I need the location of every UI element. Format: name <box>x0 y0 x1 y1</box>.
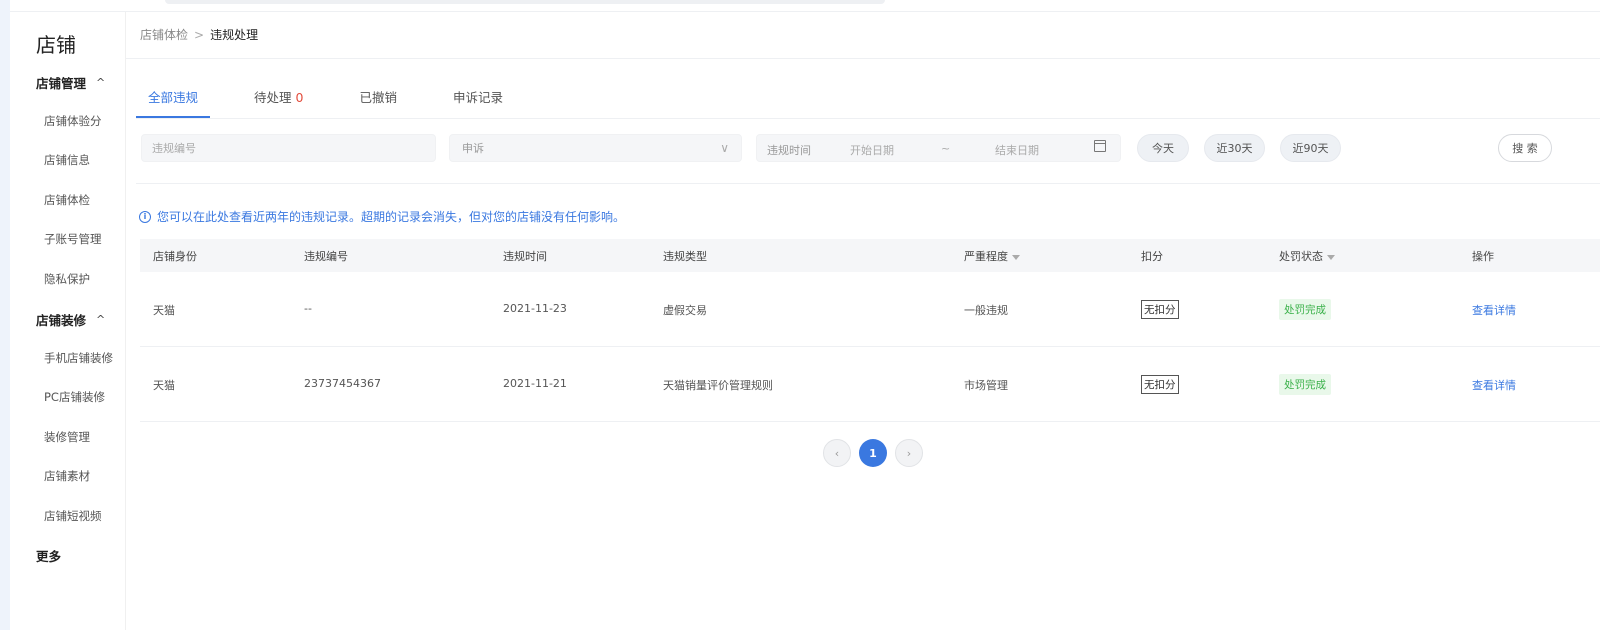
calendar-icon[interactable] <box>1094 140 1106 152</box>
header-label: 操作 <box>1472 250 1494 263</box>
tab-label: 待处理 <box>254 90 292 105</box>
breadcrumb-separator: > <box>194 27 205 42</box>
filter-funnel-icon[interactable] <box>1327 254 1335 260</box>
sidebar-item-shop-checkup[interactable]: 店铺体检 <box>44 192 90 208</box>
violation-number-input[interactable] <box>141 134 436 162</box>
notice-text: 您可以在此处查看近两年的违规记录。超期的记录会消失，但对您的店铺没有任何影响。 <box>157 210 626 224</box>
header-type: 违规类型 <box>663 248 707 264</box>
tab-revoked[interactable]: 已撤销 <box>347 88 409 118</box>
view-details-link[interactable]: 查看详情 <box>1472 377 1516 393</box>
chevron-up-icon: ^ <box>96 76 106 89</box>
pending-count: 0 <box>295 90 304 105</box>
tab-label: 全部违规 <box>148 90 199 105</box>
header-label: 违规时间 <box>503 250 547 263</box>
sidebar-group-shop-management[interactable]: 店铺管理 ^ <box>36 73 105 92</box>
sidebar-item-shop-assets[interactable]: 店铺素材 <box>44 468 90 484</box>
cell-time: 2021-11-23 <box>503 302 567 315</box>
sidebar-item-mobile-decoration[interactable]: 手机店铺装修 <box>44 350 113 366</box>
date-range-label: 违规时间 <box>767 144 811 157</box>
top-search-bar-edge <box>165 0 885 4</box>
cell-type: 虚假交易 <box>663 304 707 317</box>
breadcrumb-divider <box>126 58 1600 59</box>
header-label: 处罚状态 <box>1279 250 1323 263</box>
search-button[interactable]: 搜 索 <box>1498 134 1552 162</box>
header-label: 店铺身份 <box>153 250 197 263</box>
cell-time: 2021-11-21 <box>503 377 567 390</box>
header-severity: 严重程度 <box>964 248 1020 264</box>
sidebar-item-pc-decoration[interactable]: PC店铺装修 <box>44 389 105 405</box>
tab-appeal-records[interactable]: 申诉记录 <box>441 88 515 118</box>
chevron-up-icon: ^ <box>96 313 106 326</box>
info-icon: i <box>139 210 151 223</box>
header-label: 违规编号 <box>304 250 348 263</box>
header-label: 违规类型 <box>663 250 707 263</box>
cell-number: 23737454367 <box>304 377 381 390</box>
deduction-badge: 无扣分 <box>1141 300 1179 319</box>
header-label: 扣分 <box>1141 250 1163 263</box>
end-date-field[interactable]: 结束日期 <box>995 142 1039 158</box>
quick-range-today-button[interactable]: 今天 <box>1137 134 1189 162</box>
tab-label: 申诉记录 <box>452 90 503 105</box>
sidebar-group-shop-decoration[interactable]: 店铺装修 ^ <box>36 310 105 329</box>
breadcrumb-parent[interactable]: 店铺体检 <box>140 26 188 43</box>
header-deduction: 扣分 <box>1141 248 1163 264</box>
sidebar-item-sub-accounts[interactable]: 子账号管理 <box>44 231 102 247</box>
table-header: 店铺身份 违规编号 违规时间 违规类型 严重程度 扣分 处罚状态 操作 <box>140 239 1600 272</box>
tab-pending[interactable]: 待处理 0 <box>242 88 315 118</box>
filter-divider <box>136 183 1600 184</box>
prev-page-button[interactable]: ‹ <box>823 439 851 467</box>
status-badge: 处罚完成 <box>1279 374 1331 395</box>
tab-label: 已撤销 <box>359 90 397 105</box>
status-badge: 处罚完成 <box>1279 299 1331 320</box>
deduction-badge: 无扣分 <box>1141 375 1179 394</box>
breadcrumb-current: 违规处理 <box>210 28 259 42</box>
breadcrumb: 店铺体检 > 违规处理 <box>140 26 258 43</box>
left-edge-strip <box>0 0 10 630</box>
view-details-link[interactable]: 查看详情 <box>1472 302 1516 318</box>
date-range-separator: ~ <box>941 142 951 155</box>
pagination: ‹ 1 › <box>823 439 923 467</box>
header-status: 处罚状态 <box>1279 248 1335 264</box>
tab-bar: 全部违规 待处理 0 已撤销 申诉记录 <box>136 88 547 118</box>
appeal-select-value: 申诉 <box>462 142 484 155</box>
sidebar-item-shop-videos[interactable]: 店铺短视频 <box>44 508 102 524</box>
sidebar-item-decoration-management[interactable]: 装修管理 <box>44 429 90 445</box>
tabs-divider <box>136 118 1600 119</box>
top-divider <box>10 11 1600 12</box>
start-date-field[interactable]: 开始日期 <box>850 142 894 158</box>
tab-all-violations[interactable]: 全部违规 <box>136 88 211 118</box>
header-action: 操作 <box>1472 248 1494 264</box>
cell-number: -- <box>304 302 312 315</box>
sidebar-item-shop-info[interactable]: 店铺信息 <box>44 152 90 168</box>
sidebar-group-label: 店铺装修 <box>36 313 87 328</box>
quick-range-30-days-button[interactable]: 近30天 <box>1204 134 1265 162</box>
sidebar-more[interactable]: 更多 <box>36 546 61 565</box>
filter-funnel-icon[interactable] <box>1012 254 1020 260</box>
page-button-current[interactable]: 1 <box>859 439 887 467</box>
quick-range-90-days-button[interactable]: 近90天 <box>1280 134 1341 162</box>
header-identity: 店铺身份 <box>153 248 197 264</box>
cell-identity: 天猫 <box>153 379 175 392</box>
header-time: 违规时间 <box>503 248 547 264</box>
info-notice: i 您可以在此处查看近两年的违规记录。超期的记录会消失，但对您的店铺没有任何影响… <box>139 208 625 225</box>
sidebar-title: 店铺 <box>36 33 76 57</box>
appeal-select[interactable]: 申诉 ∨ <box>449 134 742 162</box>
table-row: 天猫 -- 2021-11-23 虚假交易 一般违规 无扣分 处罚完成 查看详情 <box>140 272 1600 347</box>
cell-identity: 天猫 <box>153 304 175 317</box>
sidebar: 店铺 店铺管理 ^ 店铺体验分 店铺信息 店铺体检 子账号管理 隐私保护 店铺装… <box>10 12 126 630</box>
cell-severity: 市场管理 <box>964 379 1008 392</box>
sidebar-item-privacy[interactable]: 隐私保护 <box>44 271 90 287</box>
cell-type: 天猫销量评价管理规则 <box>663 379 773 392</box>
sidebar-item-experience-score[interactable]: 店铺体验分 <box>44 113 102 129</box>
next-page-button[interactable]: › <box>895 439 923 467</box>
header-number: 违规编号 <box>304 248 348 264</box>
sidebar-group-label: 店铺管理 <box>36 76 87 91</box>
chevron-down-icon: ∨ <box>720 141 729 155</box>
header-label: 严重程度 <box>964 250 1008 263</box>
cell-severity: 一般违规 <box>964 304 1008 317</box>
violation-date-range[interactable]: 违规时间 开始日期 ~ 结束日期 <box>756 134 1121 162</box>
table-row: 天猫 23737454367 2021-11-21 天猫销量评价管理规则 市场管… <box>140 347 1600 422</box>
